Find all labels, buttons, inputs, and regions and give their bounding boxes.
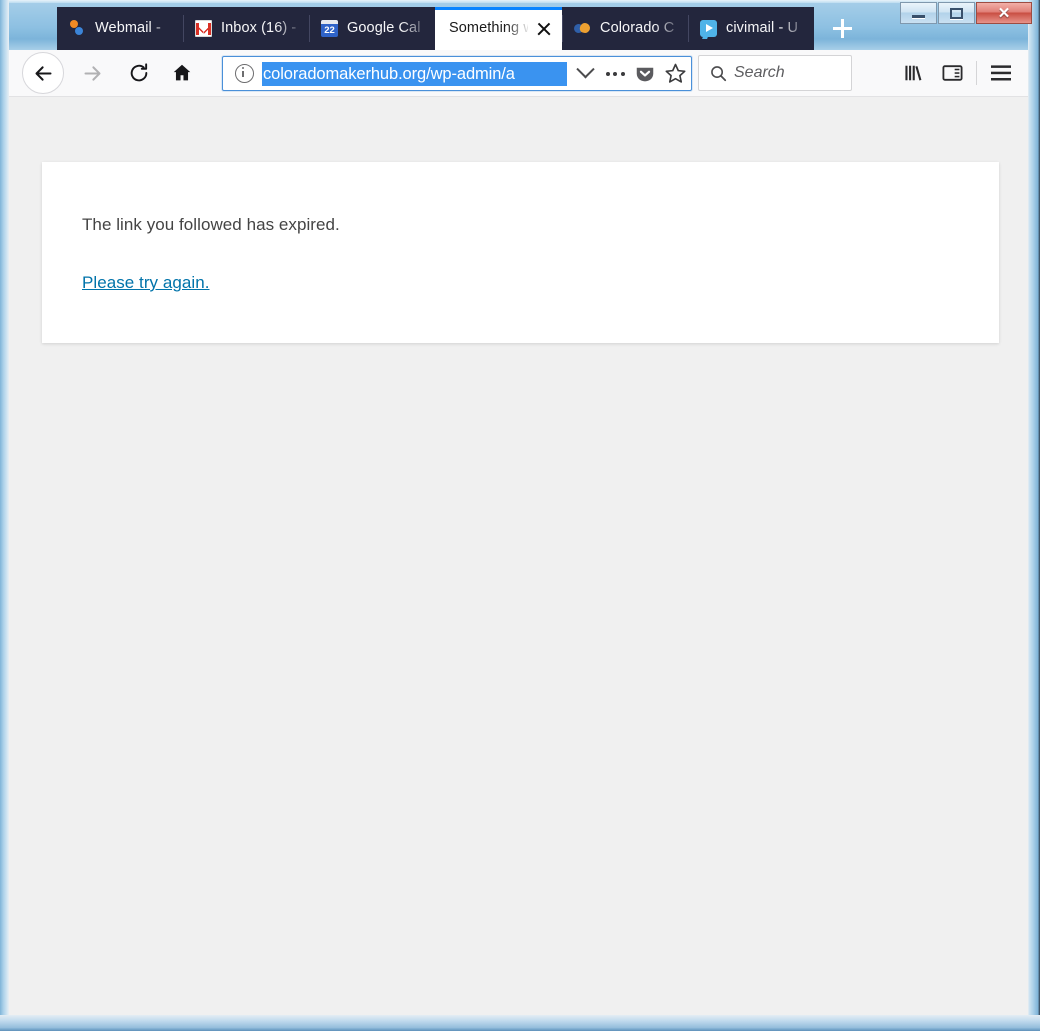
home-button[interactable]	[165, 57, 198, 90]
page-content: The link you followed has expired. Pleas…	[9, 97, 1028, 1015]
url-bar[interactable]: coloradomakerhub.org/wp-admin/a	[222, 56, 692, 91]
url-input[interactable]: coloradomakerhub.org/wp-admin/a	[262, 61, 567, 86]
page-actions-button[interactable]	[601, 60, 629, 88]
minimize-button[interactable]	[900, 2, 937, 24]
chevron-down-icon	[575, 60, 595, 79]
window-border-left	[0, 0, 9, 1031]
tab-close-icon[interactable]	[534, 19, 554, 39]
library-icon	[904, 65, 921, 81]
tab-label: Something w	[449, 20, 528, 36]
colorado-icon	[572, 20, 592, 37]
tab-strip: Webmail - Inbox (16) - 22 Google Cal Som…	[57, 7, 814, 50]
tab-colorado[interactable]: Colorado C	[562, 7, 688, 50]
tab-inbox[interactable]: Inbox (16) -	[183, 7, 309, 50]
sidebar-button[interactable]	[933, 55, 971, 91]
try-again-link[interactable]: Please try again.	[82, 273, 209, 293]
search-bar[interactable]: Search	[698, 55, 852, 91]
history-dropdown-button[interactable]	[571, 60, 599, 88]
tab-label: Inbox (16) -	[221, 20, 297, 36]
bookmark-star-button[interactable]	[661, 60, 689, 88]
gmail-icon	[195, 20, 212, 37]
new-tab-button[interactable]	[823, 9, 861, 47]
search-input[interactable]: Search	[734, 64, 785, 82]
tab-civimail[interactable]: civimail - U	[688, 7, 814, 50]
forward-arrow-icon	[84, 65, 101, 81]
tab-google-calendar[interactable]: 22 Google Cal	[309, 7, 435, 50]
forward-button	[76, 57, 109, 90]
maximize-button[interactable]	[938, 2, 975, 24]
site-info-icon[interactable]	[235, 64, 254, 83]
tab-webmail[interactable]: Webmail -	[57, 7, 183, 50]
window-border-right	[1028, 0, 1040, 1031]
toolbar-right-group	[895, 55, 1020, 91]
civimail-icon	[700, 20, 717, 37]
back-arrow-icon	[34, 65, 52, 81]
close-icon: ✕	[997, 4, 1011, 22]
reload-button[interactable]	[122, 57, 155, 90]
home-icon	[173, 64, 190, 81]
tab-label: Google Cal	[347, 20, 421, 36]
ellipsis-icon	[605, 71, 625, 76]
tab-something-active[interactable]: Something w	[435, 7, 562, 50]
browser-window: ✕ Webmail - Inbox (16) - 22 Google Cal S…	[0, 0, 1040, 1031]
reload-icon	[130, 63, 147, 82]
titlebar-highlight	[8, 0, 1032, 3]
pocket-button[interactable]	[631, 60, 659, 88]
tab-label: Webmail -	[95, 20, 161, 36]
star-icon	[664, 63, 686, 83]
window-controls: ✕	[899, 2, 1032, 28]
error-message: The link you followed has expired.	[82, 215, 340, 234]
search-icon	[709, 64, 728, 83]
tab-label: Colorado C	[600, 20, 675, 36]
webmail-icon	[69, 20, 86, 37]
sidebar-icon	[942, 65, 962, 81]
close-window-button[interactable]: ✕	[976, 2, 1032, 24]
pocket-icon	[636, 67, 654, 81]
toolbar-divider	[976, 61, 977, 85]
minimize-icon	[912, 15, 925, 18]
menu-button[interactable]	[982, 55, 1020, 91]
back-button[interactable]	[22, 52, 64, 94]
tab-label: civimail - U	[726, 20, 799, 36]
google-calendar-icon: 22	[321, 20, 338, 37]
title-bar: ✕ Webmail - Inbox (16) - 22 Google Cal S…	[0, 0, 1040, 50]
maximize-icon	[950, 7, 963, 19]
hamburger-menu-icon	[991, 65, 1011, 81]
library-button[interactable]	[895, 55, 933, 91]
error-card: The link you followed has expired. Pleas…	[42, 162, 999, 343]
